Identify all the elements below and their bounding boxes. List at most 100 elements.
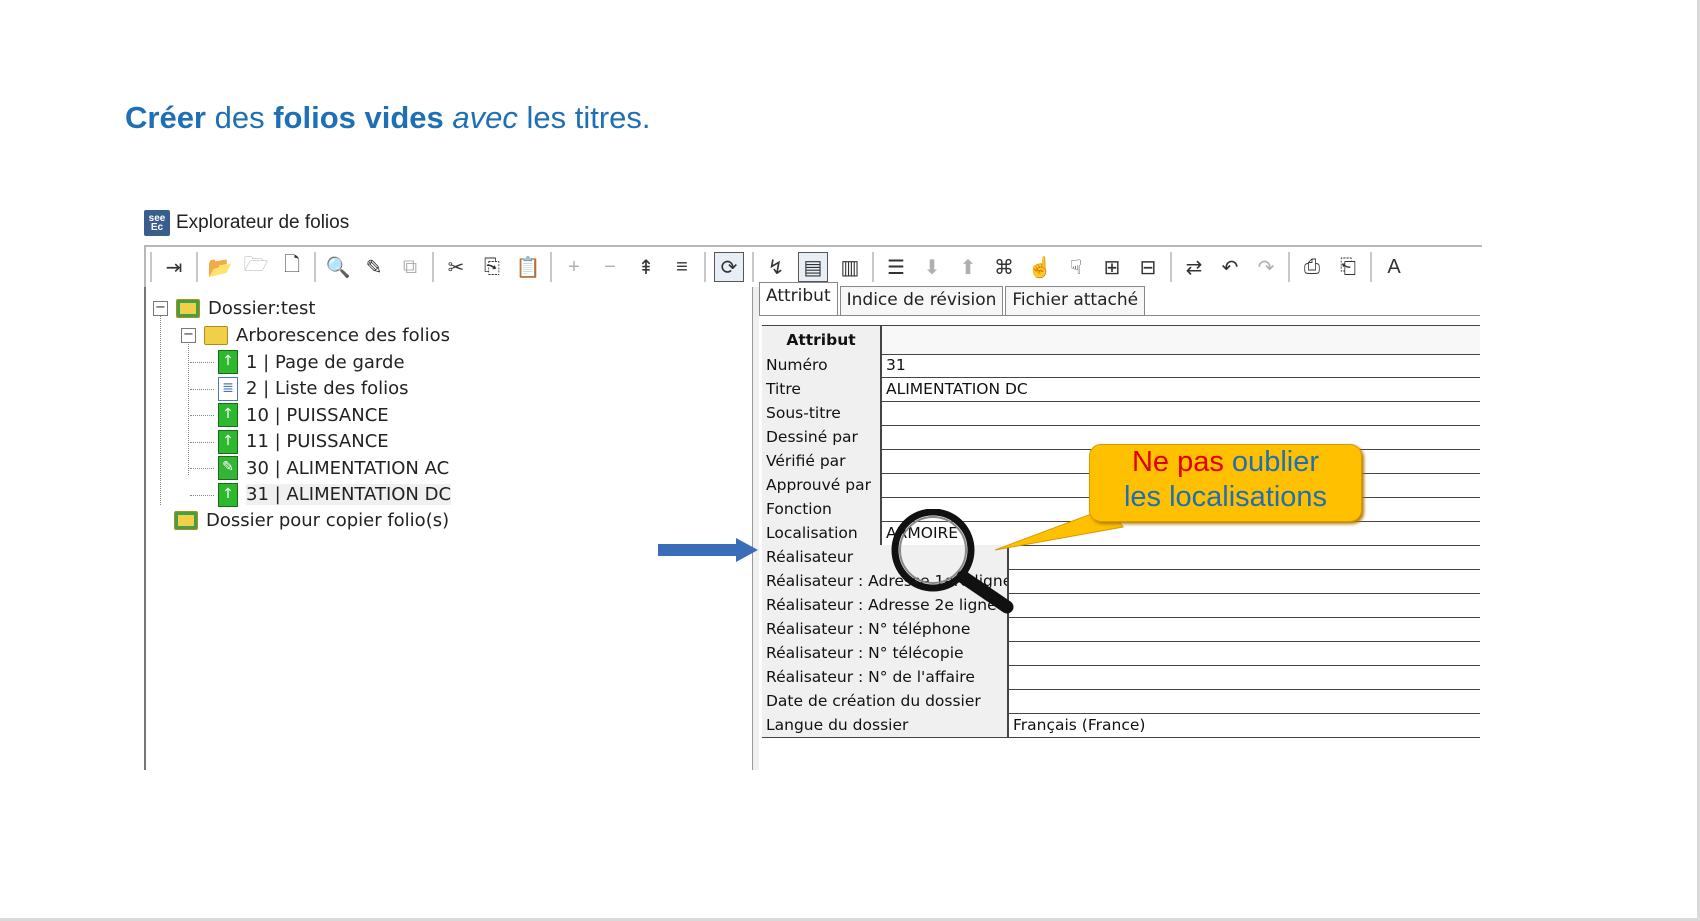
attribute-label: Date de création du dossier [762,689,1009,713]
toolbar: ⇥ 📂 🗁 🗋 🔍 ✎ ⧉ ✂ ⎘ 📋 + − ⇞ ≡ ⟳ ↯ ▤ ▥ ☰ ⬇ ⬆ ⌘ ☝ ☟ ⊞ ⊟ ⇄ ↶ ↷ ⎙ ⎗ A [144,245,1482,287]
export-icon[interactable]: ⎙ [1298,253,1326,281]
tree-guide-line [160,309,161,505]
plus-icon[interactable]: + [560,253,588,281]
toolbar-separator [704,252,706,282]
attribute-row[interactable]: Réalisateur : N° de l'affaire [762,665,1480,690]
hierarchy-icon[interactable]: ⌘ [990,253,1018,281]
open-file-icon[interactable]: 🗁 [242,253,270,281]
attach-red-icon[interactable]: ⊟ [1134,253,1162,281]
attribute-row[interactable]: Réalisateur : Adresse 1ere ligne [762,569,1480,594]
minus-icon[interactable]: − [596,253,624,281]
tab-indice-revision[interactable]: Indice de révision [839,286,1004,315]
copy-icon[interactable]: ⎘ [478,253,506,281]
refresh-icon[interactable]: ⟳ [714,252,744,282]
folio-icon: ↑ [218,350,238,374]
tree-node-label: 11 | PUISSANCE [246,431,389,452]
attribute-row[interactable]: Langue du dossier Français (France) [762,713,1480,738]
exit-icon[interactable]: ⇥ [160,253,188,281]
attribute-value[interactable]: Français (France) [1009,713,1145,737]
copy-pages-icon[interactable]: ⧉ [396,253,424,281]
move-down-icon[interactable]: ⬇ [918,253,946,281]
tab-attribut[interactable]: Attribut [759,282,838,315]
tree-branch-line [190,468,214,469]
paste-icon[interactable]: 📋 [514,253,542,281]
undo-icon[interactable]: ↶ [1216,253,1244,281]
search-icon[interactable]: 🔍 [324,253,352,281]
attribute-label: Approuvé par [762,473,882,497]
cut-icon[interactable]: ✂ [442,253,470,281]
tree-node-root[interactable]: − Dossier:test [153,295,315,321]
tree-branch-line [190,362,214,363]
attribute-row[interactable]: Réalisateur : Adresse 2e ligne [762,593,1480,618]
attribute-row[interactable]: Réalisateur : N° télécopie [762,641,1480,666]
view-panel-icon[interactable]: ▤ [798,252,828,282]
heading-part-3: folios vides [273,100,444,135]
attribute-label: Vérifié par [762,449,882,473]
collapse-icon[interactable]: − [181,327,196,343]
numbered-list-icon[interactable]: ☰ [882,253,910,281]
grid-header: Attribut [762,325,1480,355]
tree-node-label: 31 | ALIMENTATION DC [246,484,452,505]
tree-node-folio[interactable]: ↑ 11 | PUISSANCE [190,429,389,455]
attribute-value[interactable] [1009,641,1013,665]
attribute-value[interactable] [882,473,886,497]
tab-fichier-attache[interactable]: Fichier attaché [1005,286,1146,315]
heading-part-6: les titres. [517,100,651,135]
edit-list-icon[interactable]: ✎ [360,253,388,281]
attribute-value[interactable] [1009,617,1013,641]
attach-icon[interactable]: ⊞ [1098,253,1126,281]
window-titlebar: see Ec Explorateur de folios [144,210,349,236]
callout-text-red: Ne pas [1131,446,1224,478]
tree-node-folio[interactable]: ↑ 1 | Page de garde [190,349,405,375]
hand-up-icon[interactable]: ☝ [1026,253,1054,281]
folio-icon: ✎ [218,456,238,480]
tree-branch-line [190,441,214,443]
move-up-icon[interactable]: ⬆ [954,253,982,281]
attribute-value[interactable]: ALIMENTATION DC [882,377,1028,401]
tree-node-folio[interactable]: ✎ 30 | ALIMENTATION AC [190,455,450,481]
attribute-row[interactable]: Date de création du dossier [762,689,1480,714]
folio-tree: − Dossier:test − Arborescence des folios… [144,287,756,770]
attribute-value[interactable] [1009,665,1013,689]
heading-part-2: des [206,100,274,135]
import-icon[interactable]: ⎗ [1334,253,1362,281]
callout-text-blue: oublier [1223,446,1319,478]
attribute-row[interactable]: Titre ALIMENTATION DC [762,377,1480,402]
attribute-value[interactable]: 31 [882,353,906,377]
tree-node-copy-folder[interactable]: Dossier pour copier folio(s) [174,507,449,533]
tree-node-label: Dossier pour copier folio(s) [206,509,450,531]
tree-node-label: 30 | ALIMENTATION AC [246,457,450,479]
slide-heading: Créer des folios vides avec les titres. [125,100,651,136]
attribute-value[interactable] [1009,689,1013,713]
attribute-row[interactable]: Sous-titre [762,401,1480,426]
attribute-label: Réalisateur : N° téléphone [762,617,1009,641]
expand-icon[interactable]: ⇞ [632,253,660,281]
toolbar-separator [872,252,874,282]
attribute-value[interactable] [882,401,886,425]
attribute-label: Langue du dossier [762,713,1009,737]
view-columns-icon[interactable]: ▥ [836,253,864,281]
collapse-icon[interactable]: − [153,300,168,316]
attribute-label: Dessiné par [762,425,882,449]
redo-icon[interactable]: ↷ [1252,253,1280,281]
tree-node-folio[interactable]: ≣ 2 | Liste des folios [190,376,409,402]
swap-icon[interactable]: ⇄ [1180,253,1208,281]
collapse-icon[interactable]: ≡ [668,253,696,281]
attribute-row[interactable]: Numéro 31 [762,353,1480,378]
link-icon[interactable]: ↯ [762,253,790,281]
new-file-icon[interactable]: 🗋 [278,253,306,281]
font-icon[interactable]: A [1380,253,1408,281]
folio-icon: ↑ [218,429,238,454]
tree-node-folio[interactable]: ↑ 10 | PUISSANCE [190,402,389,428]
attribute-label: Localisation [762,521,882,545]
attribute-value[interactable] [882,425,886,449]
attribute-value[interactable] [882,449,886,473]
open-folder-icon[interactable]: 📂 [206,253,234,281]
folder-icon [204,325,228,345]
attribute-row[interactable]: Réalisateur : N° téléphone [762,617,1480,642]
hand-down-icon[interactable]: ☟ [1062,253,1090,281]
tree-node-folio[interactable]: ↑ 31 | ALIMENTATION DC [190,482,452,508]
app-icon: see Ec [144,210,170,236]
toolbar-separator [314,252,316,282]
tree-node-branch[interactable]: − Arborescence des folios [181,322,450,348]
